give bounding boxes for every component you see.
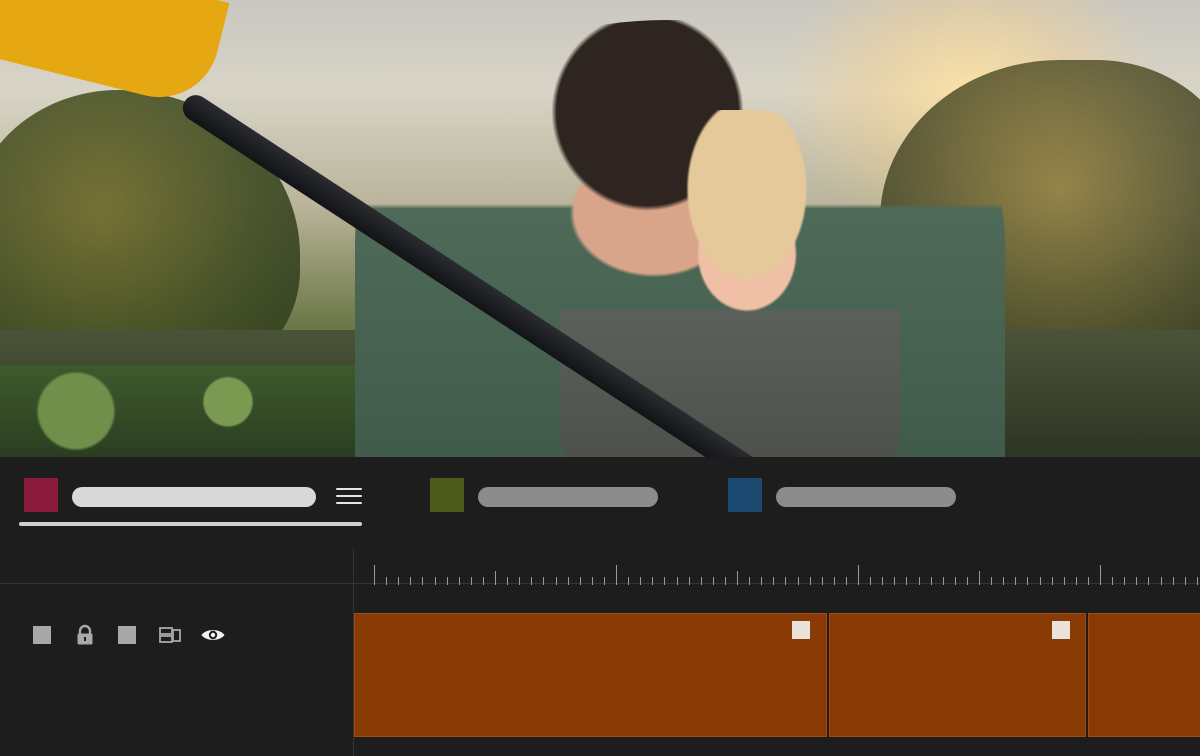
ruler-tick (1136, 577, 1138, 585)
tab-color-swatch (24, 478, 58, 512)
ruler-tick (797, 577, 799, 585)
track-header-controls (30, 623, 240, 647)
ruler-tick (1051, 577, 1053, 585)
eye-icon[interactable] (200, 623, 226, 647)
ruler-tick (434, 577, 436, 585)
ruler-tick (603, 577, 605, 585)
ruler-tick (1100, 565, 1101, 585)
video-editor (0, 0, 1200, 756)
timeline-clip[interactable] (354, 613, 827, 737)
timeline-panel (0, 457, 1200, 756)
ruler-tick (422, 577, 424, 585)
ruler-tick (1184, 577, 1186, 585)
ruler-tick (1075, 577, 1077, 585)
ruler-tick (398, 577, 400, 585)
time-ruler[interactable] (354, 557, 1200, 585)
ruler-tick (410, 577, 412, 585)
ruler-tick (579, 577, 581, 585)
ruler-tick (1027, 577, 1029, 585)
ruler-tick (628, 577, 630, 585)
ruler-tick (470, 577, 472, 585)
tab-color-swatch (728, 478, 762, 512)
ruler-tick (616, 565, 617, 585)
ruler-tick (930, 577, 932, 585)
ruler-tick (676, 577, 678, 585)
ruler-tick (446, 577, 448, 585)
ruler-tick (1087, 577, 1089, 585)
ruler-tick (979, 571, 980, 585)
tab-label (478, 487, 658, 507)
ruler-tick (688, 577, 690, 585)
ruler-tick (882, 577, 884, 585)
ruler-tick (870, 577, 872, 585)
ruler-tick (1148, 577, 1150, 585)
square-icon[interactable] (30, 623, 54, 647)
ruler-tick (785, 577, 787, 585)
ruler-tick (845, 577, 847, 585)
ruler-tick (1112, 577, 1114, 585)
ruler-tick (374, 565, 375, 585)
ruler-tick (386, 577, 388, 585)
sequence-tab-1[interactable] (24, 478, 364, 512)
ruler-tick (567, 577, 569, 585)
ruler-tick (1039, 577, 1041, 585)
ruler-tick (700, 577, 702, 585)
ruler-tick (833, 577, 835, 585)
ruler-tick (519, 577, 521, 585)
ruler-tick (737, 571, 738, 585)
lock-icon[interactable] (73, 623, 97, 647)
ruler-tick (906, 577, 908, 585)
label-tag-icon[interactable] (158, 623, 182, 647)
ruler-tick (482, 577, 484, 585)
ruler-tick (991, 577, 993, 585)
ruler-tick (954, 577, 956, 585)
hamburger-menu-icon[interactable] (336, 486, 362, 506)
ruler-tick (543, 577, 545, 585)
ruler-tick (1063, 577, 1065, 585)
ruler-tick (507, 577, 509, 585)
clip-marker[interactable] (1052, 621, 1070, 639)
ruler-tick (1196, 577, 1198, 585)
video-preview (0, 0, 1200, 457)
square-icon[interactable] (115, 623, 139, 647)
ruler-tick (652, 577, 654, 585)
ruler-tick (749, 577, 751, 585)
sequence-tab-3[interactable] (728, 478, 958, 512)
tab-label (72, 487, 316, 507)
ruler-tick (1003, 577, 1005, 585)
ruler-tick (531, 577, 533, 585)
ruler-tick (591, 577, 593, 585)
ruler-tick (773, 577, 775, 585)
active-tab-indicator (19, 522, 362, 526)
ruler-tick (894, 577, 896, 585)
ruler-tick (761, 577, 763, 585)
tab-color-swatch (430, 478, 464, 512)
ruler-tick (1124, 577, 1126, 585)
ruler-tick (966, 577, 968, 585)
tab-label (776, 487, 956, 507)
timeline-clip[interactable] (1088, 613, 1200, 737)
ruler-tick (724, 577, 726, 585)
ruler-tick (858, 565, 859, 585)
ruler-tick (1015, 577, 1017, 585)
ruler-tick (1160, 577, 1162, 585)
ruler-tick (821, 577, 823, 585)
ruler-tick (809, 577, 811, 585)
timeline-clip[interactable] (829, 613, 1086, 737)
ruler-tick (942, 577, 944, 585)
ruler-tick (712, 577, 714, 585)
ruler-tick (1172, 577, 1174, 585)
clip-marker[interactable] (792, 621, 810, 639)
sequence-tab-2[interactable] (430, 478, 660, 512)
child-figure (560, 110, 900, 457)
ruler-tick (495, 571, 496, 585)
ruler-tick (918, 577, 920, 585)
ruler-tick (555, 577, 557, 585)
water-lilies (0, 365, 380, 457)
ruler-tick (664, 577, 666, 585)
ruler-tick (458, 577, 460, 585)
ruler-tick (640, 577, 642, 585)
